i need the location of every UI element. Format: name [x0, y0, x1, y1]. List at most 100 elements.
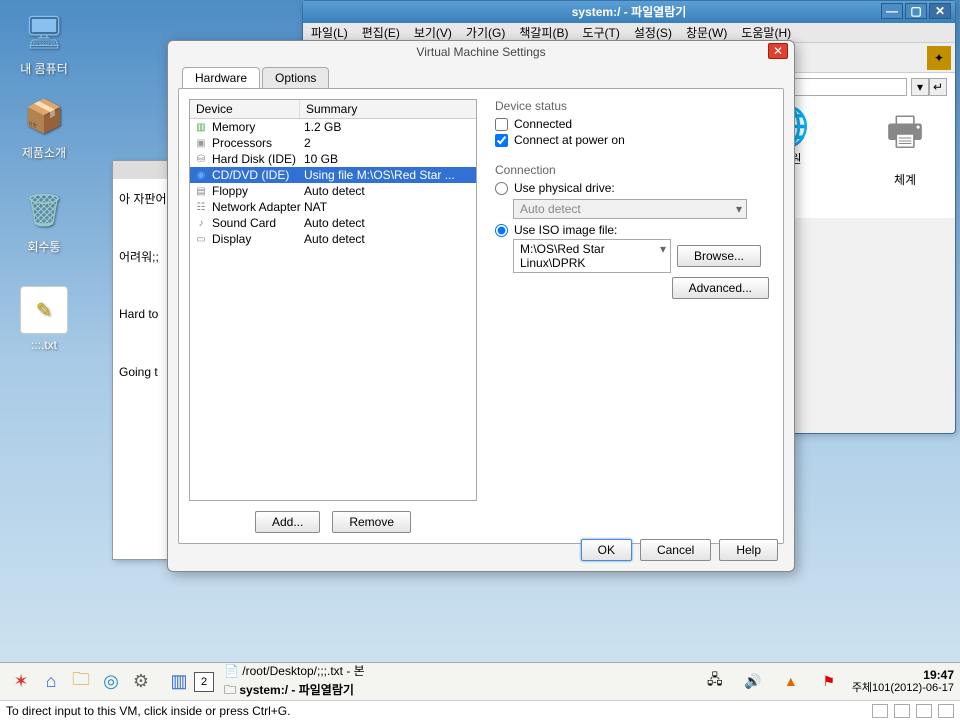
poweron-checkbox-row[interactable]: Connect at power on — [495, 133, 769, 147]
device-icon: ⛁ — [194, 152, 208, 166]
dialog-title: Virtual Machine Settings — [416, 45, 545, 59]
iso-radio-row[interactable]: Use ISO image file: — [495, 223, 769, 237]
cancel-button[interactable]: Cancel — [640, 539, 711, 561]
device-name: Processors — [212, 136, 304, 150]
device-icon: ▭ — [194, 232, 208, 246]
device-name: Network Adapter — [212, 200, 304, 214]
poweron-label: Connect at power on — [514, 133, 625, 147]
connected-label: Connected — [514, 117, 572, 131]
menu-window[interactable]: 창문(W) — [686, 25, 727, 40]
menu-help[interactable]: 도움말(H) — [741, 25, 791, 40]
settings-icon[interactable]: ⚙ — [128, 669, 154, 695]
taskbar[interactable]: ✶ ⌂ 🗀 ◎ ⚙ ▥ 2 📄 /root/Desktop/;;;.txt - … — [0, 662, 960, 700]
vm-statusbar: To direct input to this VM, click inside… — [0, 700, 960, 720]
device-summary: 1.2 GB — [304, 120, 341, 134]
sound-tray-icon[interactable]: 🔊 — [740, 668, 766, 694]
desktop-icon-products[interactable]: 📦 제품소개 — [8, 92, 80, 161]
close-icon[interactable]: ✕ — [768, 43, 788, 59]
vm-settings-dialog: Virtual Machine Settings ✕ Hardware Opti… — [167, 40, 795, 572]
col-summary[interactable]: Summary — [300, 100, 363, 118]
connected-checkbox-row[interactable]: Connected — [495, 117, 769, 131]
home-icon[interactable]: ⌂ — [38, 669, 64, 695]
ok-button[interactable]: OK — [581, 539, 632, 561]
physical-drive-select: Auto detect — [513, 199, 747, 219]
desktop-icon-textfile[interactable]: ✎ :::.txt — [8, 286, 80, 352]
device-icon: ◉ — [194, 168, 208, 182]
show-desktop-icon[interactable]: ▥ — [166, 669, 192, 695]
tab-hardware[interactable]: Hardware — [182, 67, 260, 88]
taskbar-window-text[interactable]: 📄 /root/Desktop/;;;.txt - 본 — [224, 662, 365, 679]
file-manager-title: system:/ - 파일열람기 — [572, 5, 687, 19]
trash-icon: 🗑 — [20, 186, 68, 234]
maximize-button[interactable]: ▢ — [905, 3, 927, 19]
menu-bookmarks[interactable]: 책갈피(B) — [519, 25, 568, 40]
browser-icon[interactable]: ◎ — [98, 669, 124, 695]
menu-tools[interactable]: 도구(T) — [582, 25, 619, 40]
throbber-icon: ✦ — [927, 46, 951, 70]
workspace-indicator[interactable]: 2 — [194, 672, 214, 692]
address-go[interactable]: ↵ — [929, 78, 947, 96]
menu-edit[interactable]: 편집(E) — [362, 25, 400, 40]
menu-go[interactable]: 가기(G) — [466, 25, 505, 40]
alert-tray-icon[interactable]: ▲ — [778, 668, 804, 694]
desktop-icon-trash[interactable]: 🗑 회수통 — [8, 186, 80, 255]
computer-icon: 🖥 — [20, 8, 68, 56]
device-icon: ☷ — [194, 200, 208, 214]
desktop-icon-label: 내 콤퓨터 — [8, 60, 80, 77]
menu-settings[interactable]: 설정(S) — [634, 25, 672, 40]
device-summary: Auto detect — [304, 216, 365, 230]
fm-item-system[interactable]: 🖶 체계 — [865, 103, 945, 188]
status-icon-3 — [916, 704, 932, 718]
physical-drive-radio-row[interactable]: Use physical drive: — [495, 181, 769, 195]
menu-view[interactable]: 보기(V) — [414, 25, 452, 40]
desktop-icon-computer[interactable]: 🖥 내 콤퓨터 — [8, 8, 80, 77]
printer-icon: 🖶 — [865, 103, 945, 171]
device-summary: 10 GB — [304, 152, 338, 166]
fm-item-label: 체계 — [865, 171, 945, 188]
device-row-sound-card[interactable]: ♪ Sound CardAuto detect — [190, 215, 476, 231]
device-row-floppy[interactable]: ▤FloppyAuto detect — [190, 183, 476, 199]
connected-checkbox[interactable] — [495, 118, 508, 131]
dialog-tabs: Hardware Options — [182, 67, 794, 88]
advanced-button[interactable]: Advanced... — [672, 277, 769, 299]
start-icon[interactable]: ✶ — [8, 669, 34, 695]
iso-label: Use ISO image file: — [514, 223, 617, 237]
remove-button[interactable]: Remove — [332, 511, 411, 533]
minimize-button[interactable]: — — [881, 3, 903, 19]
status-icon-4 — [938, 704, 954, 718]
device-row-hard-disk-ide-[interactable]: ⛁Hard Disk (IDE)10 GB — [190, 151, 476, 167]
clock[interactable]: 19:47 주체101(2012)-06-17 — [852, 668, 954, 696]
device-row-display[interactable]: ▭DisplayAuto detect — [190, 231, 476, 247]
col-device[interactable]: Device — [190, 100, 300, 118]
device-summary: 2 — [304, 136, 311, 150]
physical-drive-radio[interactable] — [495, 182, 508, 195]
iso-path-select[interactable]: M:\OS\Red Star Linux\DPRK — [513, 239, 671, 273]
desktop-icon-label: 회수통 — [8, 238, 80, 255]
device-row-cd-dvd-ide-[interactable]: ◉CD/DVD (IDE)Using file M:\OS\Red Star .… — [190, 167, 476, 183]
dialog-titlebar[interactable]: Virtual Machine Settings ✕ — [168, 41, 794, 63]
device-icon: ♪ — [194, 216, 208, 230]
status-icon-1 — [872, 704, 888, 718]
file-manager-titlebar[interactable]: system:/ - 파일열람기 — ▢ ✕ — [303, 1, 955, 23]
device-name: Sound Card — [212, 216, 304, 230]
iso-radio[interactable] — [495, 224, 508, 237]
network-tray-icon[interactable]: 🖧 — [702, 668, 728, 694]
add-button[interactable]: Add... — [255, 511, 320, 533]
device-name: Display — [212, 232, 304, 246]
address-dropdown[interactable]: ▾ — [911, 78, 929, 96]
taskbar-window-filemanager[interactable]: 🗀 system:/ - 파일열람기 — [224, 681, 365, 702]
device-icon: ▥ — [194, 120, 208, 134]
tab-options[interactable]: Options — [262, 67, 329, 88]
device-list[interactable]: Device Summary ▥Memory1.2 GB▣Processors2… — [189, 99, 477, 501]
menu-file[interactable]: 파일(L) — [311, 25, 348, 40]
device-row-memory[interactable]: ▥Memory1.2 GB — [190, 119, 476, 135]
flag-tray-icon[interactable]: ⚑ — [816, 668, 842, 694]
help-button[interactable]: Help — [719, 539, 778, 561]
poweron-checkbox[interactable] — [495, 134, 508, 147]
browse-button[interactable]: Browse... — [677, 245, 761, 267]
folder-icon[interactable]: 🗀 — [68, 669, 94, 695]
device-summary: Using file M:\OS\Red Star ... — [304, 168, 455, 182]
close-button[interactable]: ✕ — [929, 3, 951, 19]
device-row-processors[interactable]: ▣Processors2 — [190, 135, 476, 151]
device-row-network-adapter[interactable]: ☷Network AdapterNAT — [190, 199, 476, 215]
